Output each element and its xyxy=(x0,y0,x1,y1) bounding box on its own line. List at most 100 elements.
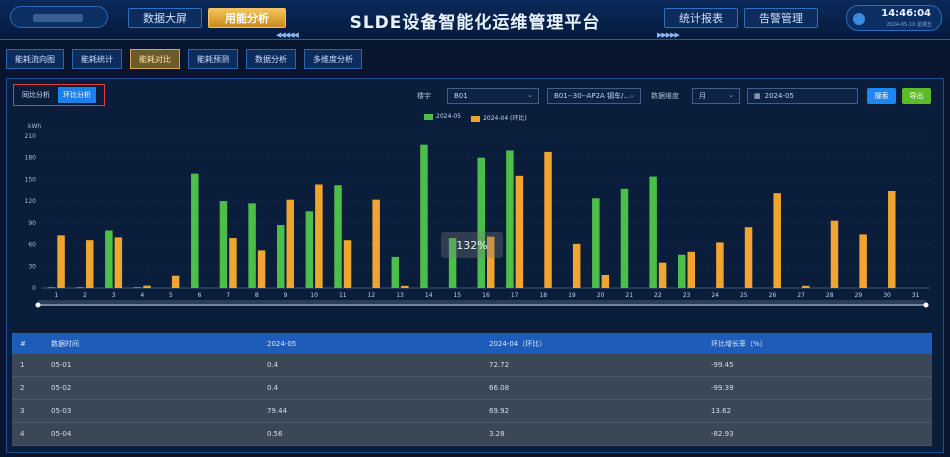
nav-statistics-report[interactable]: 统计报表 xyxy=(664,8,738,28)
header-previous: 2024-04（环比） xyxy=(489,339,547,348)
bar-current xyxy=(47,287,56,288)
sub-tabs: 能耗流向图 能耗统计 能耗对比 能耗预测 数据分析 多维度分析 xyxy=(6,49,362,69)
bar-previous xyxy=(257,250,266,288)
y-tick-label: 180 xyxy=(25,155,37,162)
building-select[interactable]: B01 ⌄ xyxy=(447,88,539,104)
tab-energy-stats[interactable]: 能耗统计 xyxy=(72,49,122,69)
toggle-yoy[interactable]: 同比分析 xyxy=(17,87,55,103)
x-tick-label: 18 xyxy=(539,292,547,299)
bar-current xyxy=(592,198,600,288)
page-title: SLDE设备智能化运维管理平台 xyxy=(349,13,601,33)
x-tick-label: 3 xyxy=(112,292,116,299)
y-tick-label: 60 xyxy=(28,242,36,249)
x-tick-label: 28 xyxy=(826,292,834,299)
x-tick-label: 12 xyxy=(368,292,376,299)
table-row[interactable]: 4 05-04 0.56 3.28 -82.93 xyxy=(12,423,932,446)
x-tick-label: 23 xyxy=(683,292,691,299)
tab-energy-forecast[interactable]: 能耗预测 xyxy=(188,49,238,69)
range-slider-handle-left xyxy=(35,302,41,308)
bar-previous xyxy=(687,251,696,288)
bar-previous xyxy=(515,175,524,288)
x-tick-label: 13 xyxy=(396,292,404,299)
x-tick-label: 15 xyxy=(454,292,462,299)
x-tick-label: 20 xyxy=(597,292,605,299)
x-tick-label: 9 xyxy=(284,292,288,299)
cell-growth: -99.39 xyxy=(711,384,734,392)
bar-current xyxy=(248,203,256,288)
x-tick-label: 10 xyxy=(310,292,318,299)
cell-current: 79.44 xyxy=(267,407,288,415)
chevron-down-icon: ⌄ xyxy=(527,91,533,99)
nav-alarm-management[interactable]: 告警管理 xyxy=(744,8,818,28)
x-tick-label: 22 xyxy=(654,292,662,299)
date-picker-value: 2024-05 xyxy=(764,92,794,100)
bar-previous xyxy=(401,285,409,288)
logo-mark xyxy=(33,14,83,22)
y-tick-label: 0 xyxy=(32,285,36,292)
bar-current xyxy=(391,256,400,288)
table-row[interactable]: 2 05-02 0.4 66.08 -99.39 xyxy=(12,377,932,400)
cell-previous: 72.72 xyxy=(489,361,510,369)
bar-current xyxy=(334,185,342,288)
dimension-select[interactable]: 月 ⌄ xyxy=(692,88,740,104)
building-select-value: B01 xyxy=(454,92,468,100)
date-picker[interactable]: ▦ 2024-05 xyxy=(747,88,858,104)
table-header: # 数据时间 2024-05 2024-04（环比） 环比增长率（%） xyxy=(12,333,932,354)
nav-energy-analysis[interactable]: 用能分析 xyxy=(208,8,286,28)
building-label: 楼宇 xyxy=(417,92,431,100)
table-row[interactable]: 1 05-01 0.4 72.72 -99.45 xyxy=(12,354,932,377)
header-growth: 环比增长率（%） xyxy=(711,339,767,348)
cell-previous: 66.08 xyxy=(489,384,510,392)
search-button[interactable]: 搜索 xyxy=(867,88,896,104)
legend-label-current: 2024-05 xyxy=(436,113,462,120)
tab-energy-flow[interactable]: 能耗流向图 xyxy=(6,49,64,69)
cell-time: 05-04 xyxy=(51,430,72,438)
bar-current xyxy=(506,150,514,288)
cell-previous: 69.92 xyxy=(489,407,510,415)
tab-energy-compare[interactable]: 能耗对比 xyxy=(130,49,180,69)
bar-previous xyxy=(114,237,123,288)
legend-item-current: 2024-05 xyxy=(424,113,461,122)
legend-swatch-current xyxy=(424,113,433,120)
cell-growth: 13.62 xyxy=(711,407,732,415)
export-button[interactable]: 导出 xyxy=(902,88,931,104)
bar-previous xyxy=(716,242,724,288)
table-row[interactable]: 3 05-03 79.44 69.92 13.62 xyxy=(12,400,932,423)
bar-previous xyxy=(773,193,781,288)
bar-current xyxy=(678,254,686,288)
bar-previous xyxy=(343,240,352,288)
x-tick-label: 16 xyxy=(482,292,490,299)
nav-data-screen[interactable]: 数据大屏 xyxy=(128,8,202,28)
cell-time: 05-01 xyxy=(51,361,72,369)
bar-current xyxy=(219,201,228,288)
range-slider-handle-right xyxy=(923,302,929,308)
bar-current xyxy=(649,176,657,288)
x-tick-label: 2 xyxy=(83,292,87,299)
bar-previous xyxy=(888,191,896,288)
bar-previous xyxy=(544,151,552,288)
clock-date: 2024-05-10 星期五 xyxy=(886,22,932,28)
toggle-mom[interactable]: 环比分析 xyxy=(58,87,96,103)
x-tick-label: 1 xyxy=(54,292,58,299)
tab-data-analysis[interactable]: 数据分析 xyxy=(246,49,296,69)
cell-previous: 3.28 xyxy=(489,430,505,438)
cell-time: 05-03 xyxy=(51,407,72,415)
header-index: # xyxy=(20,339,26,348)
x-tick-label: 6 xyxy=(198,292,202,299)
legend-label-previous: 2024-04 (环比) xyxy=(483,115,527,122)
bar-previous xyxy=(572,243,581,288)
meter-select[interactable]: B01--30--AP2A 钢车/... ⌄ xyxy=(547,88,641,104)
logo xyxy=(10,6,108,28)
meter-select-value: B01--30--AP2A 钢车/... xyxy=(554,92,631,100)
bar-previous xyxy=(315,184,323,288)
x-tick-label: 7 xyxy=(226,292,230,299)
x-tick-label: 14 xyxy=(425,292,433,299)
tab-multi-dimension[interactable]: 多维度分析 xyxy=(304,49,362,69)
header-time: 数据时间 xyxy=(51,339,79,348)
y-axis-unit: kWh xyxy=(28,123,41,130)
cell-growth: -82.93 xyxy=(711,430,734,438)
bar-previous xyxy=(744,227,753,288)
x-tick-label: 25 xyxy=(740,292,748,299)
x-tick-label: 8 xyxy=(255,292,259,299)
bar-previous xyxy=(372,199,380,288)
